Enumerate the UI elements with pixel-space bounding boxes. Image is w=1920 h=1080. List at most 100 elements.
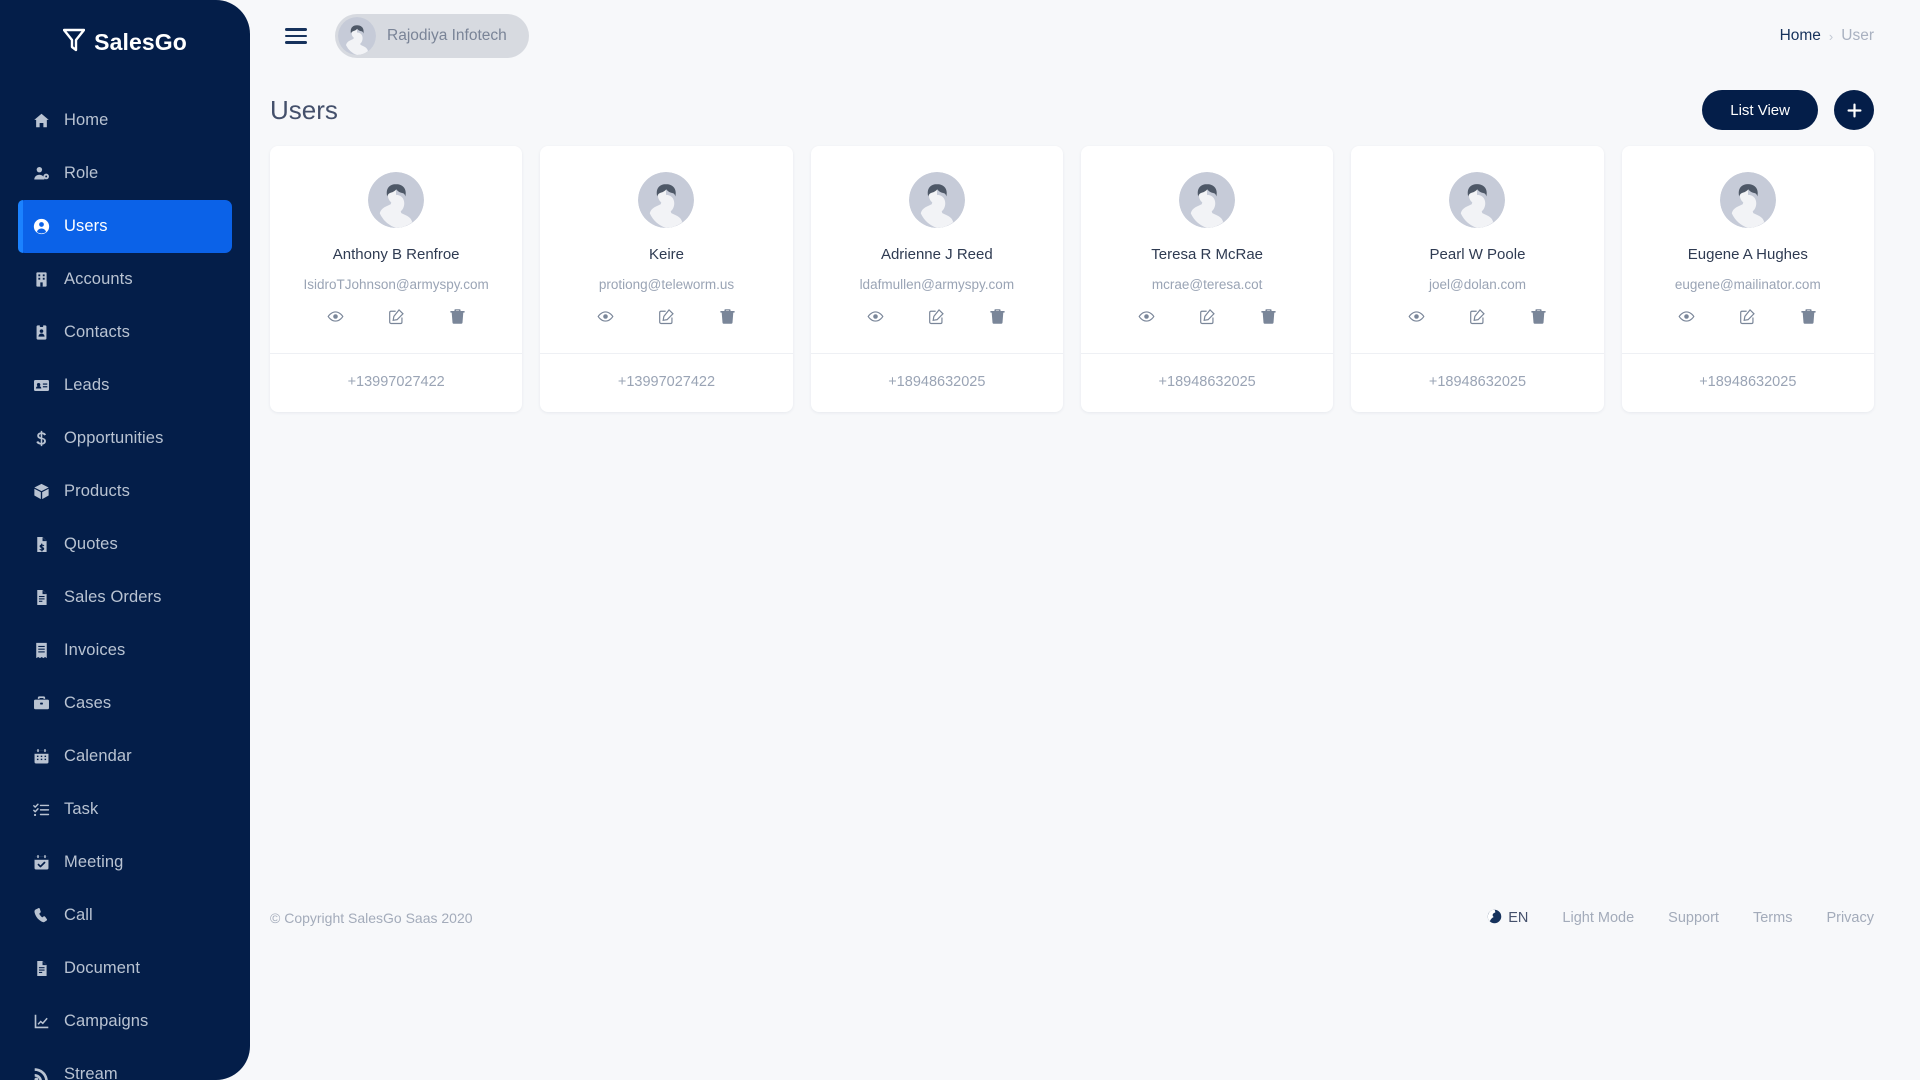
- delete-user-button[interactable]: [1530, 308, 1547, 325]
- file-dollar-icon: [18, 536, 64, 553]
- page-footer: © Copyright SalesGo Saas 2020 EN Light M…: [250, 890, 1920, 946]
- footer-link-light-mode[interactable]: Light Mode: [1562, 910, 1634, 926]
- sidebar-item-calendar[interactable]: Calendar: [18, 730, 232, 783]
- sidebar-item-sales-orders[interactable]: Sales Orders: [18, 571, 232, 624]
- edit-user-button[interactable]: [928, 308, 945, 325]
- user-card-body: Adrienne J Reed ldafmullen@armyspy.com: [811, 146, 1063, 353]
- sidebar-item-label: Leads: [64, 376, 110, 394]
- funnel-icon: [62, 28, 86, 57]
- sidebar-item-call[interactable]: Call: [18, 889, 232, 942]
- add-user-button[interactable]: [1834, 90, 1874, 130]
- avatar: [1719, 172, 1776, 228]
- sidebar-item-products[interactable]: Products: [18, 465, 232, 518]
- sidebar-item-label: Accounts: [64, 270, 133, 288]
- sidebar-item-contacts[interactable]: Contacts: [18, 306, 232, 359]
- user-card-body: Keire protiong@teleworm.us: [540, 146, 792, 353]
- brand-logo[interactable]: SalesGo: [0, 0, 250, 84]
- sidebar-item-meeting[interactable]: Meeting: [18, 836, 232, 889]
- breadcrumb-home[interactable]: Home: [1780, 27, 1821, 45]
- sidebar-item-label: Role: [64, 164, 99, 182]
- delete-user-button[interactable]: [989, 308, 1006, 325]
- sidebar-item-users[interactable]: Users: [18, 200, 232, 253]
- user-card-actions: [1091, 308, 1323, 325]
- phone-icon: [18, 907, 64, 924]
- user-phone: +13997027422: [540, 353, 793, 412]
- sidebar-item-label: Sales Orders: [64, 588, 162, 606]
- sidebar-item-cases[interactable]: Cases: [18, 677, 232, 730]
- user-email: protiong@teleworm.us: [598, 277, 735, 292]
- language-switcher[interactable]: EN: [1487, 909, 1528, 928]
- id-card-icon: [18, 377, 64, 394]
- sidebar-item-home[interactable]: Home: [18, 94, 232, 147]
- company-switcher[interactable]: Rajodiya Infotech: [335, 14, 529, 58]
- user-circle-icon: [18, 218, 64, 235]
- sidebar-item-label: Cases: [64, 694, 112, 712]
- edit-user-button[interactable]: [1199, 308, 1216, 325]
- page-actions: List View: [1702, 90, 1874, 130]
- user-email: eugene@mailinator.com: [1674, 277, 1821, 292]
- user-name: Adrienne J Reed: [880, 246, 993, 263]
- user-card-body: Eugene A Hughes eugene@mailinator.com: [1622, 146, 1874, 353]
- delete-user-button[interactable]: [1260, 308, 1277, 325]
- list-view-button[interactable]: List View: [1702, 90, 1818, 130]
- sidebar-item-invoices[interactable]: Invoices: [18, 624, 232, 677]
- user-card-grid: Anthony B Renfroe IsidroTJohnson@armyspy.…: [270, 146, 1874, 412]
- user-name: Pearl W Poole: [1429, 246, 1526, 263]
- sidebar-item-stream[interactable]: Stream: [18, 1048, 232, 1080]
- sidebar-item-document[interactable]: Document: [18, 942, 232, 995]
- user-card-actions: [280, 308, 512, 325]
- user-phone: +18948632025: [1351, 353, 1604, 412]
- sidebar-item-label: Meeting: [64, 853, 124, 871]
- task-list-icon: [18, 801, 64, 818]
- view-user-button[interactable]: [1138, 308, 1155, 325]
- document-icon: [18, 960, 64, 977]
- page-title-row: Users List View: [250, 80, 1920, 140]
- sidebar-item-accounts[interactable]: Accounts: [18, 253, 232, 306]
- sidebar-item-task[interactable]: Task: [18, 783, 232, 836]
- user-email: joel@dolan.com: [1428, 277, 1526, 292]
- avatar: [1449, 172, 1506, 228]
- user-tag-icon: [18, 165, 64, 182]
- sidebar: SalesGo Home Role Users Accounts Contacts Lea…: [0, 0, 250, 1080]
- breadcrumb-current: User: [1841, 27, 1874, 44]
- sidebar-item-label: Products: [64, 482, 130, 500]
- delete-user-button[interactable]: [449, 308, 466, 325]
- avatar: [908, 172, 965, 228]
- footer-link-privacy[interactable]: Privacy: [1826, 910, 1874, 926]
- sidebar-item-opportunities[interactable]: Opportunities: [18, 412, 232, 465]
- user-card-body: Anthony B Renfroe IsidroTJohnson@armyspy.…: [270, 146, 522, 353]
- sidebar-item-quotes[interactable]: Quotes: [18, 518, 232, 571]
- sidebar-item-label: Contacts: [64, 323, 130, 341]
- top-header: Rajodiya Infotech Home › User: [250, 0, 1920, 72]
- view-user-button[interactable]: [597, 308, 614, 325]
- view-user-button[interactable]: [1408, 308, 1425, 325]
- sidebar-item-label: Users: [64, 217, 108, 235]
- chevron-right-icon: ›: [1828, 28, 1834, 44]
- sidebar-item-role[interactable]: Role: [18, 147, 232, 200]
- edit-user-button[interactable]: [1739, 308, 1756, 325]
- edit-user-button[interactable]: [1469, 308, 1486, 325]
- delete-user-button[interactable]: [719, 308, 736, 325]
- user-card-body: Pearl W Poole joel@dolan.com: [1351, 146, 1603, 353]
- id-badge-icon: [18, 324, 64, 341]
- chart-line-icon: [18, 1013, 64, 1030]
- building-icon: [18, 271, 64, 288]
- view-user-button[interactable]: [867, 308, 884, 325]
- hamburger-icon[interactable]: [285, 25, 309, 47]
- breadcrumb: Home › User: [1780, 27, 1874, 45]
- globe-icon: [1487, 909, 1502, 928]
- view-user-button[interactable]: [327, 308, 344, 325]
- view-user-button[interactable]: [1678, 308, 1695, 325]
- sidebar-item-label: Call: [64, 906, 93, 924]
- footer-link-terms[interactable]: Terms: [1753, 910, 1792, 926]
- page-title: Users: [270, 94, 338, 125]
- sidebar-item-campaigns[interactable]: Campaigns: [18, 995, 232, 1048]
- user-card-actions: [821, 308, 1053, 325]
- delete-user-button[interactable]: [1800, 308, 1817, 325]
- calendar-icon: [18, 748, 64, 765]
- edit-user-button[interactable]: [658, 308, 675, 325]
- footer-link-support[interactable]: Support: [1668, 910, 1719, 926]
- file-invoice-icon: [18, 589, 64, 606]
- edit-user-button[interactable]: [388, 308, 405, 325]
- sidebar-item-leads[interactable]: Leads: [18, 359, 232, 412]
